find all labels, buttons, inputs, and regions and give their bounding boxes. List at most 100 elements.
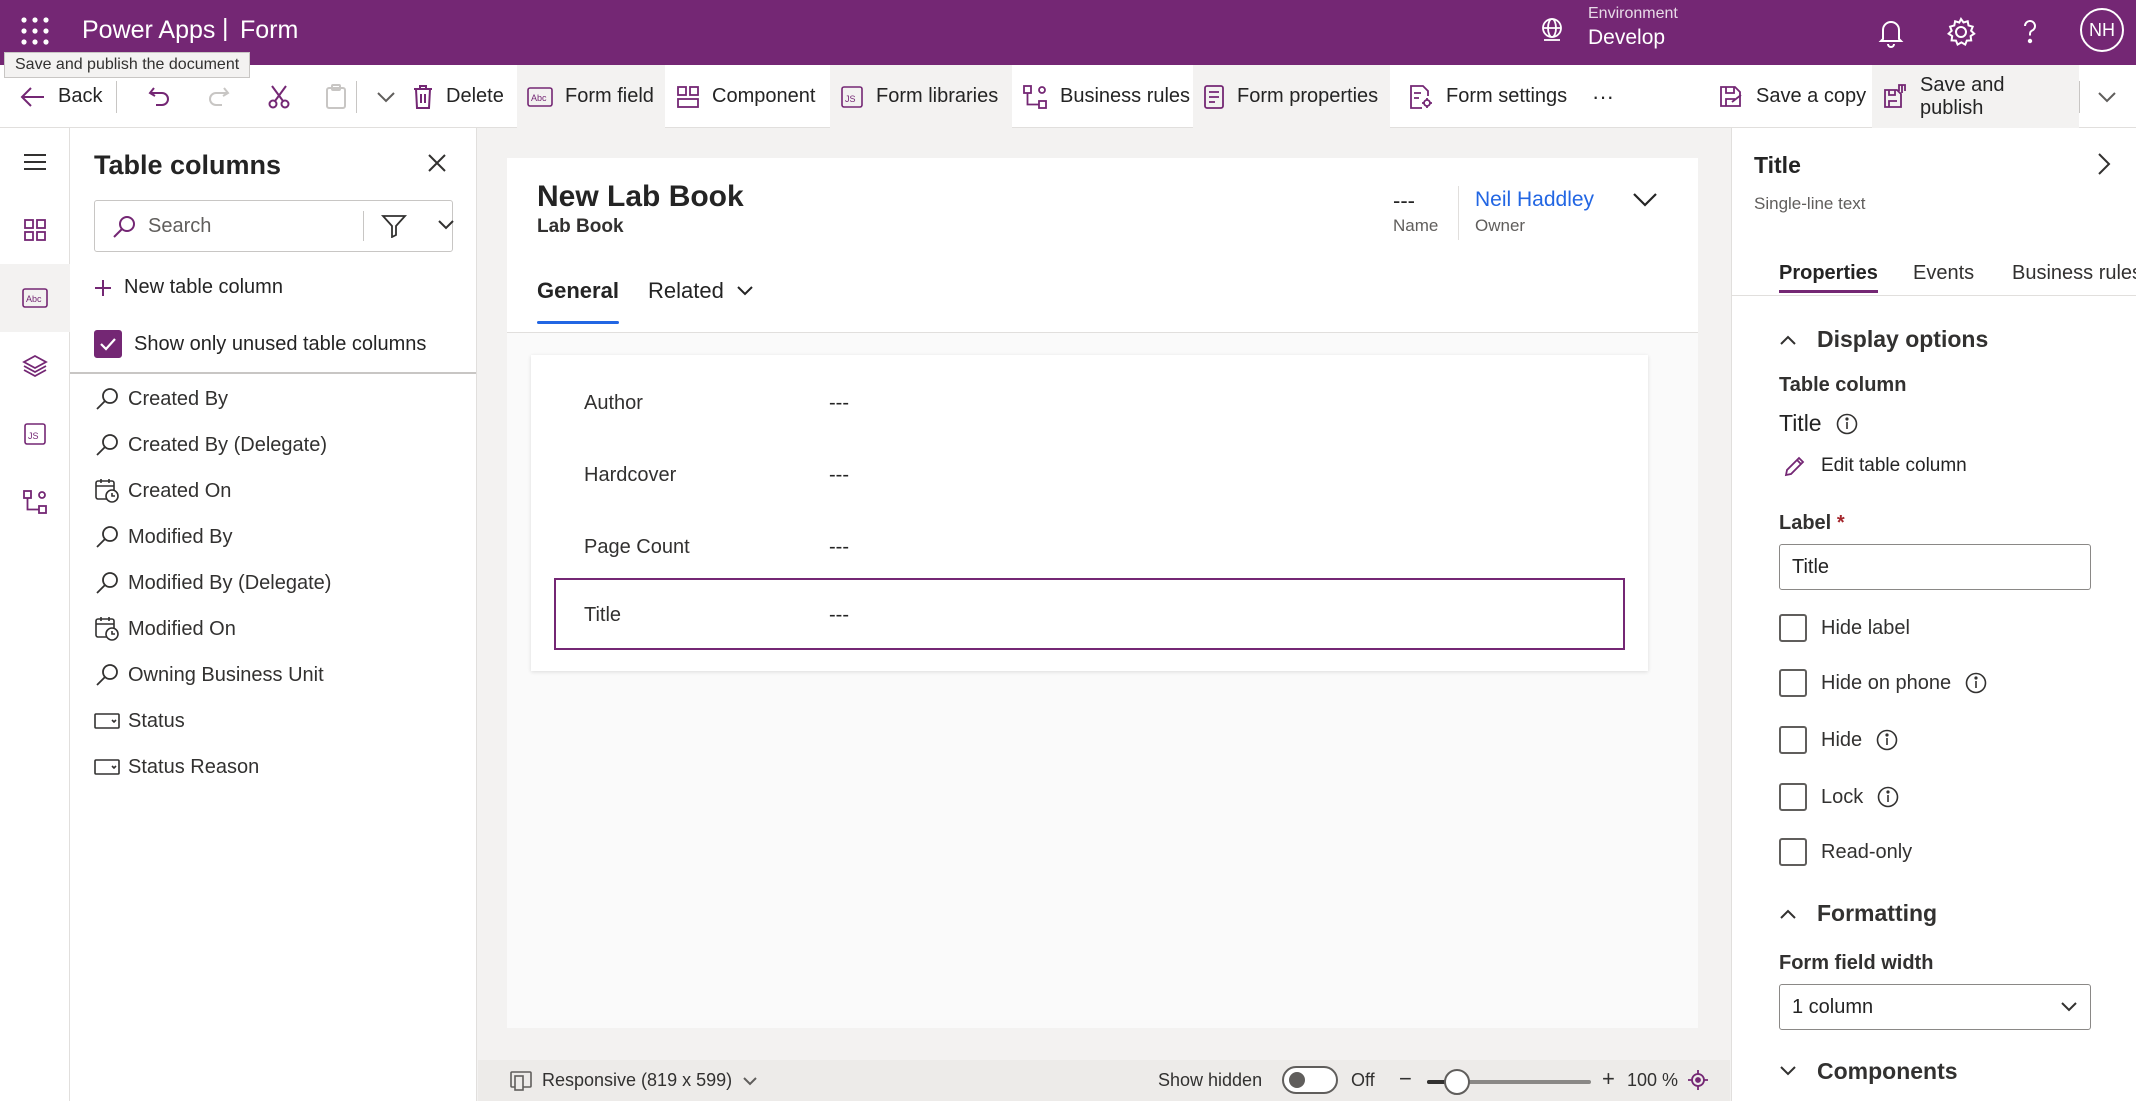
lookup-icon [96, 664, 118, 686]
components-label: Components [1817, 1057, 1958, 1084]
checkbox-checked-icon[interactable] [94, 330, 122, 358]
filter-chevron-down-icon[interactable] [437, 219, 455, 231]
search-input[interactable]: Search [94, 200, 455, 252]
column-item[interactable]: Status Reason [94, 754, 259, 780]
label-field-label-text: Label [1779, 512, 1832, 534]
zoom-in-button[interactable]: + [1602, 1066, 1615, 1092]
components-icon[interactable] [0, 196, 70, 264]
notifications-bell-icon[interactable] [1874, 15, 1908, 49]
display-options-section-header[interactable]: Display options [1779, 326, 1988, 353]
new-table-column-button[interactable]: New table column [94, 276, 283, 299]
option-set-icon [94, 713, 120, 729]
checkbox-icon[interactable] [1779, 614, 1807, 642]
save-copy-button[interactable]: Save a copy [1708, 65, 1876, 128]
show-unused-columns-checkbox[interactable]: Show only unused table columns [94, 330, 426, 358]
info-icon[interactable] [1877, 786, 1899, 808]
info-icon[interactable] [1836, 413, 1858, 435]
info-icon[interactable] [1876, 729, 1898, 751]
table-column-label: Table column [1779, 374, 1907, 396]
responsive-preview-selector[interactable]: Responsive (819 x 599) [510, 1070, 758, 1091]
form-header[interactable]: New Lab Book Lab Book --- Name Neil Hadd… [507, 158, 1698, 333]
info-icon[interactable] [1965, 672, 1987, 694]
header-owner-value[interactable]: Neil Haddley [1475, 188, 1594, 212]
edit-table-column-button[interactable]: Edit table column [1783, 454, 1967, 478]
checkbox-icon[interactable] [1779, 726, 1807, 754]
form-libraries-button[interactable]: JS Form libraries [830, 65, 1012, 128]
lookup-icon [96, 572, 118, 594]
user-avatar[interactable]: NH [2080, 8, 2124, 52]
cut-button[interactable] [256, 65, 302, 128]
form-settings-label: Form settings [1446, 85, 1568, 107]
read-only-checkbox[interactable]: Read-only [1779, 838, 1912, 866]
form-field-row-selected[interactable]: Title --- [554, 578, 1625, 650]
app-launcher-icon[interactable] [20, 16, 50, 46]
column-item[interactable]: Created On [94, 478, 231, 504]
hide-on-phone-checkbox[interactable]: Hide on phone [1779, 669, 1987, 697]
column-item[interactable]: Modified On [94, 616, 236, 642]
table-columns-icon[interactable]: Abc [0, 264, 70, 332]
form-field-button[interactable]: Abc Form field [517, 65, 665, 128]
form-settings-button[interactable]: Form settings [1398, 65, 1577, 128]
business-rules-button[interactable]: Business rules [1012, 65, 1200, 128]
checkbox-icon[interactable] [1779, 838, 1807, 866]
form-entity-name: Lab Book [537, 216, 624, 237]
more-actions-chevron-icon[interactable] [366, 65, 406, 128]
filter-icon[interactable] [381, 214, 407, 238]
save-options-chevron-icon[interactable] [2087, 65, 2127, 128]
business-rules-icon[interactable] [0, 468, 70, 536]
column-item[interactable]: Modified By [94, 524, 233, 550]
hide-label-checkbox[interactable]: Hide label [1779, 614, 1910, 642]
close-icon[interactable] [426, 152, 448, 174]
hamburger-icon[interactable] [0, 128, 70, 196]
zoom-slider-thumb[interactable] [1443, 1069, 1470, 1095]
form-field-row[interactable]: Author --- [531, 368, 1648, 440]
paste-button[interactable] [314, 65, 358, 128]
component-button[interactable]: Component [666, 65, 825, 128]
components-section-header[interactable]: Components [1779, 1056, 1958, 1086]
more-commands-button[interactable]: ··· [1582, 65, 1624, 128]
save-publish-button[interactable]: Save and publish [1872, 65, 2079, 128]
form-field-width-dropdown[interactable]: 1 column [1779, 984, 2091, 1030]
svg-text:Abc: Abc [531, 93, 547, 103]
checkbox-icon[interactable] [1779, 783, 1807, 811]
environment-icon[interactable] [1538, 16, 1566, 44]
form-properties-button[interactable]: Form properties [1193, 65, 1390, 128]
command-bar: Back Delete Abc Form field Component JS … [0, 65, 2136, 128]
tab-business-rules[interactable]: Business rules [2012, 262, 2136, 285]
tab-general[interactable]: General [537, 278, 619, 304]
form-field-row[interactable]: Page Count --- [531, 512, 1648, 584]
form-section[interactable]: Author --- Hardcover --- Page Count --- … [531, 355, 1648, 671]
show-hidden-toggle[interactable] [1282, 1066, 1338, 1094]
column-item[interactable]: Status [94, 708, 185, 734]
chevron-right-icon[interactable] [2096, 152, 2112, 176]
column-item[interactable]: Created By (Delegate) [94, 432, 327, 458]
checkbox-label: Hide label [1821, 616, 1910, 639]
brand-name[interactable]: Power Apps [82, 16, 215, 45]
chevron-down-icon [1780, 1066, 1796, 1076]
header-expand-chevron-icon[interactable] [1632, 192, 1658, 208]
checkbox-icon[interactable] [1779, 669, 1807, 697]
tab-events[interactable]: Events [1913, 262, 1974, 285]
field-value: --- [829, 604, 849, 626]
search-placeholder: Search [148, 215, 212, 237]
settings-gear-icon[interactable] [1944, 15, 1978, 49]
zoom-out-button[interactable]: − [1399, 1066, 1412, 1092]
tab-properties[interactable]: Properties [1779, 262, 1878, 285]
environment-value[interactable]: Develop [1588, 26, 1665, 50]
column-item[interactable]: Owning Business Unit [94, 662, 324, 688]
tab-related[interactable]: Related [648, 278, 754, 304]
column-item[interactable]: Created By [94, 386, 228, 412]
column-item[interactable]: Modified By (Delegate) [94, 570, 331, 596]
fit-to-screen-icon[interactable] [1687, 1069, 1709, 1091]
formatting-section-header[interactable]: Formatting [1779, 900, 1937, 927]
hide-checkbox[interactable]: Hide [1779, 726, 1898, 754]
layers-icon[interactable] [0, 332, 70, 400]
toggle-switch[interactable] [1282, 1066, 1338, 1094]
form-libraries-icon[interactable]: JS [0, 400, 70, 468]
help-question-icon[interactable] [2013, 15, 2047, 49]
table-column-value-row: Title [1779, 410, 1858, 437]
delete-button[interactable]: Delete [402, 65, 514, 128]
label-input[interactable]: Title [1779, 544, 2091, 590]
form-field-row[interactable]: Hardcover --- [531, 440, 1648, 512]
lock-checkbox[interactable]: Lock [1779, 783, 1899, 811]
